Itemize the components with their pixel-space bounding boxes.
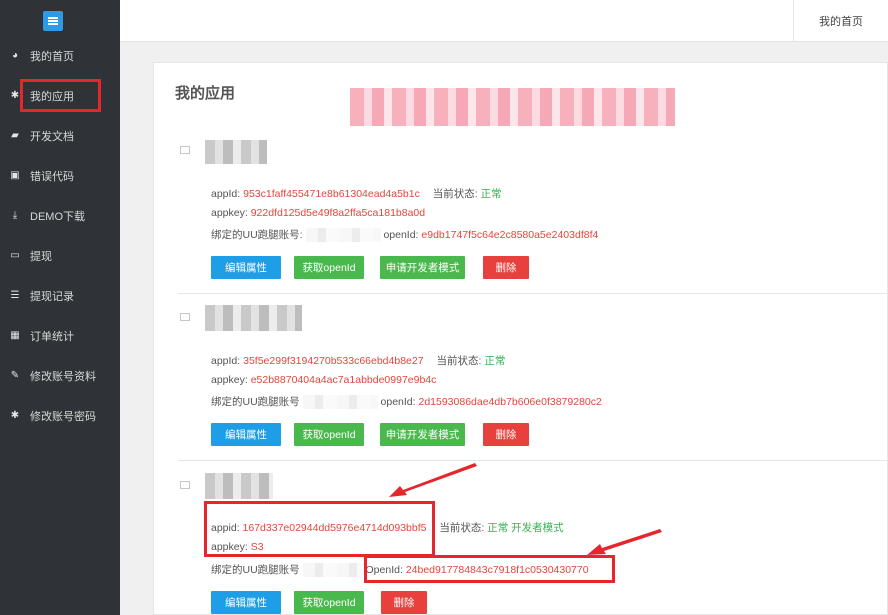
- app-image-icon: [180, 313, 190, 321]
- app-image-icon: [180, 146, 190, 154]
- get-openid-button[interactable]: 获取openId: [294, 256, 364, 279]
- dev-mode-status: 开发者模式: [511, 522, 564, 534]
- app-appkey-row: appkey: e52b8870404a4ac7a1abbde0997e9b4c: [211, 374, 437, 386]
- status-value: 正常: [484, 355, 506, 367]
- sidebar-item-change-password[interactable]: ✱ 修改账号密码: [0, 396, 120, 436]
- sidebar-item-home[interactable]: ◕ 我的首页: [0, 36, 120, 76]
- sidebar-item-label: 我的首页: [30, 51, 74, 63]
- edit-button[interactable]: 编辑属性: [211, 423, 281, 446]
- sidebar-item-label: 提现: [30, 251, 52, 263]
- sidebar-item-label: 错误代码: [30, 171, 74, 183]
- pencil-icon: ✎: [10, 370, 20, 381]
- hamburger-icon: [48, 17, 58, 25]
- status-value: 正常: [480, 188, 502, 200]
- divider: [178, 293, 888, 294]
- sidebar-item-withdraw[interactable]: ▭ 提现: [0, 236, 120, 276]
- sidebar-item-label: 开发文档: [30, 131, 74, 143]
- appid-value: 953c1faff455471e8b61304ead4a5b1c: [243, 188, 420, 200]
- annotation-highlight-box: [364, 555, 615, 583]
- list-icon: ☰: [10, 290, 20, 301]
- redacted-account: [305, 228, 381, 243]
- sidebar-item-demo-download[interactable]: ⤓ DEMO下载: [0, 196, 120, 236]
- annotation-highlight-box: [20, 79, 101, 112]
- delete-button[interactable]: 删除: [381, 591, 427, 614]
- sidebar-item-label: DEMO下载: [30, 211, 85, 223]
- page-title: 我的应用: [175, 85, 236, 102]
- app-appid-row: appId: 953c1faff455471e8b61304ead4a5b1c …: [211, 188, 502, 200]
- get-openid-button[interactable]: 获取openId: [294, 591, 364, 614]
- redacted-area: [350, 88, 675, 126]
- apply-dev-mode-button[interactable]: 申请开发者模式: [380, 256, 465, 279]
- sidebar-item-withdraw-records[interactable]: ☰ 提现记录: [0, 276, 120, 316]
- openid-value: 2d1593086dae4db7b606e0f3879280c2: [418, 396, 602, 408]
- get-openid-button[interactable]: 获取openId: [294, 423, 364, 446]
- card-icon: ▭: [10, 250, 20, 261]
- sidebar-item-label: 订单统计: [30, 331, 74, 343]
- divider: [178, 460, 888, 461]
- gear-icon: ✱: [10, 410, 20, 421]
- appkey-value: 922dfd125d5e49f8a2ffa5ca181b8a0d: [250, 207, 426, 219]
- sidebar-item-label: 修改账号密码: [30, 411, 96, 423]
- app-appkey-row: appkey: 922dfd125d5e49f8a2ffa5ca181b8a0d: [211, 207, 426, 219]
- home-link[interactable]: 我的首页: [793, 0, 888, 42]
- sidebar-item-label: 修改账号资料: [30, 371, 96, 383]
- app-appid-row: appId: 35f5e299f3194270b533c66ebd4b8e27 …: [211, 355, 506, 367]
- dashboard-icon: ◕: [11, 50, 19, 61]
- gear-icon: ✱: [10, 90, 20, 101]
- error-code-icon: ▣: [10, 170, 20, 181]
- redacted-app-name: [205, 140, 267, 164]
- redacted-app-name: [205, 305, 302, 331]
- redacted-account: [302, 395, 378, 410]
- app-image-icon: [180, 481, 190, 489]
- appid-value: 35f5e299f3194270b533c66ebd4b8e27: [243, 355, 424, 367]
- apply-dev-mode-button[interactable]: 申请开发者模式: [380, 423, 465, 446]
- sidebar-item-docs[interactable]: ▰ 开发文档: [0, 116, 120, 156]
- sidebar-item-label: 提现记录: [30, 291, 74, 303]
- redacted-account: [302, 563, 363, 578]
- edit-button[interactable]: 编辑属性: [211, 256, 281, 279]
- download-icon: ⤓: [12, 210, 18, 221]
- sidebar-item-error-codes[interactable]: ▣ 错误代码: [0, 156, 120, 196]
- redacted-app-name: [205, 473, 273, 499]
- sidebar-item-edit-profile[interactable]: ✎ 修改账号资料: [0, 356, 120, 396]
- status-value: 正常: [487, 522, 509, 534]
- app-bound-row: 绑定的UU跑腿账号 openId: 2d1593086dae4db7b606e0…: [211, 395, 602, 410]
- book-icon: ▰: [11, 130, 19, 141]
- annotation-highlight-box: [204, 501, 435, 557]
- top-bar: 我的首页: [120, 0, 888, 42]
- sidebar-item-order-stats[interactable]: ▦ 订单统计: [0, 316, 120, 356]
- delete-button[interactable]: 删除: [483, 256, 529, 279]
- appkey-value: e52b8870404a4ac7a1abbde0997e9b4c: [250, 374, 437, 386]
- grid-icon: ▦: [10, 330, 20, 341]
- app-bound-row: 绑定的UU跑腿账号: openId: e9db1747f5c64e2c8580a…: [211, 228, 599, 243]
- delete-button[interactable]: 删除: [483, 423, 529, 446]
- openid-value: e9db1747f5c64e2c8580a5e2403df8f4: [421, 229, 599, 241]
- menu-toggle-button[interactable]: [43, 11, 63, 31]
- edit-button[interactable]: 编辑属性: [211, 591, 281, 614]
